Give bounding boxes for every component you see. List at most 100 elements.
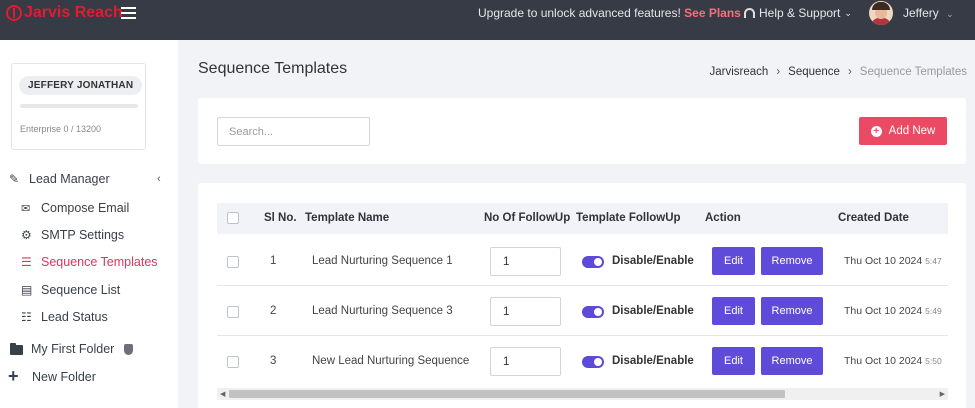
created-date-value: Thu Oct 10 2024 [844,305,923,317]
user-menu[interactable]: Jeffery ⌄ [903,6,954,20]
plan-usage: Enterprise 0 / 13200 [20,124,102,134]
see-plans-link[interactable]: See Plans [684,6,741,20]
table-header: Sl No. Template Name No Of FollowUp Temp… [217,203,948,234]
followup-count-input[interactable] [490,347,561,376]
user-name: Jeffery [903,6,939,20]
header-template-followup: Template FollowUp [576,212,681,224]
breadcrumb-sequence[interactable]: Sequence [788,66,840,78]
chevron-down-icon: ⌄ [844,7,852,18]
edit-button[interactable]: Edit [712,297,755,325]
row-sl-no: 3 [270,355,277,367]
folder-icon [10,343,23,355]
followup-count-input[interactable] [490,297,561,326]
created-date-value: Thu Oct 10 2024 [844,355,923,367]
scrollbar-thumb[interactable] [229,390,785,398]
breadcrumb-jarvisreach[interactable]: Jarvisreach [710,66,769,78]
toggle-label: Disable/Enable [612,355,694,367]
sidebar-item-label: Lead Status [41,310,108,324]
created-date-value: Thu Oct 10 2024 [844,255,923,267]
toggle-label: Disable/Enable [612,255,694,267]
plus-circle-icon: + [870,125,882,137]
sidebar-item-label: Compose Email [41,201,130,215]
headset-icon [744,8,755,18]
row-checkbox[interactable] [227,256,239,268]
help-support-label: Help & Support [759,6,841,20]
envelope-icon: ✉ [21,202,31,215]
edit-button[interactable]: Edit [712,247,755,275]
row-sl-no: 2 [270,305,277,317]
avatar[interactable] [869,1,893,25]
add-new-button[interactable]: + Add New [859,117,947,145]
breadcrumb: Jarvisreach › Sequence › Sequence Templa… [710,66,968,78]
sidebar-item-label: Sequence Templates [41,255,158,269]
sidebar-item-label: My First Folder [31,342,115,356]
select-all-checkbox[interactable] [227,212,239,224]
sidebar-item-lead-status[interactable]: ☷ Lead Status [0,305,178,329]
row-template-name: Lead Nurturing Sequence 3 [312,305,453,317]
created-time-value: 5:47 [925,256,942,266]
row-sl-no: 1 [270,255,277,267]
horizontal-scrollbar[interactable]: ◀ ▶ [217,388,948,400]
template-followup-toggle[interactable] [582,306,604,318]
remove-button[interactable]: Remove [761,347,823,375]
header-template-name: Template Name [305,212,390,224]
add-new-label: Add New [888,125,936,137]
created-time-value: 5:49 [925,306,942,316]
upgrade-banner: Upgrade to unlock advanced features! See… [478,6,741,20]
created-date: Thu Oct 10 2024 5:49 [844,305,942,317]
search-input[interactable] [217,117,370,146]
breadcrumb-current: Sequence Templates [859,66,967,78]
scroll-right-arrow-icon[interactable]: ▶ [940,390,945,398]
help-support-menu[interactable]: Help & Support ⌄ [744,6,852,20]
created-time-value: 5:50 [925,356,942,366]
remove-button[interactable]: Remove [761,247,823,275]
chevron-left-icon: ‹ [157,173,161,185]
hamburger-icon[interactable] [121,7,136,20]
gear-icon: ⚙ [21,228,32,242]
logo-icon [6,5,22,21]
templates-table-card: Sl No. Template Name No Of FollowUp Temp… [198,183,966,408]
sidebar-item-sequence-list[interactable]: ▤ Sequence List [0,278,178,302]
table-row: 2 Lead Nurturing Sequence 3 Disable/Enab… [217,286,948,336]
breadcrumb-separator-icon: › [847,66,852,78]
toggle-label: Disable/Enable [612,305,694,317]
scroll-left-arrow-icon[interactable]: ◀ [220,390,225,398]
plus-icon: + [8,366,19,386]
profile-name: JEFFERY JONATHAN [19,76,143,95]
upgrade-text: Upgrade to unlock advanced features! [478,6,681,20]
top-navbar: Jarvis Reach Upgrade to unlock advanced … [0,0,975,40]
page-title: Sequence Templates [198,60,348,77]
header-created-date: Created Date [838,212,909,224]
row-checkbox[interactable] [227,356,239,368]
row-template-name: New Lead Nurturing Sequence [312,355,470,367]
sidebar-item-lead-manager[interactable]: ✎ Lead Manager ‹ [0,167,178,191]
sidebar-item-sequence-templates[interactable]: ☰ Sequence Templates [0,250,178,274]
sidebar-item-label: Lead Manager [29,172,110,186]
template-followup-toggle[interactable] [582,256,604,268]
template-followup-toggle[interactable] [582,356,604,368]
sidebar-item-smtp-settings[interactable]: ⚙ SMTP Settings [0,223,178,247]
created-date: Thu Oct 10 2024 5:47 [844,255,942,267]
logo-text: Jarvis Reach [24,4,123,21]
followup-count-input[interactable] [490,247,561,276]
sidebar-item-label: SMTP Settings [41,228,125,242]
shield-icon [124,344,133,355]
sidebar-item-my-first-folder[interactable]: My First Folder [0,337,178,361]
edit-button[interactable]: Edit [712,347,755,375]
table-row: 3 New Lead Nurturing Sequence Disable/En… [217,336,948,386]
row-checkbox[interactable] [227,306,239,318]
created-date: Thu Oct 10 2024 5:50 [844,355,942,367]
sidebar-item-new-folder[interactable]: + New Folder [0,365,178,389]
toolbar-card: + Add New [198,98,966,164]
table-row: 1 Lead Nurturing Sequence 1 Disable/Enab… [217,236,948,286]
profile-card: JEFFERY JONATHAN Enterprise 0 / 13200 [11,63,146,150]
list-icon: ☰ [21,255,32,269]
brand-logo[interactable]: Jarvis Reach [6,4,123,22]
chevron-down-icon: ⌄ [946,9,954,19]
remove-button[interactable]: Remove [761,297,823,325]
usage-progress-bar [20,104,138,108]
header-no-of-followup: No Of FollowUp [484,212,571,224]
edit-icon: ✎ [9,172,20,186]
sidebar: JEFFERY JONATHAN Enterprise 0 / 13200 ✎ … [0,40,178,408]
sidebar-item-compose-email[interactable]: ✉ Compose Email [0,196,178,220]
